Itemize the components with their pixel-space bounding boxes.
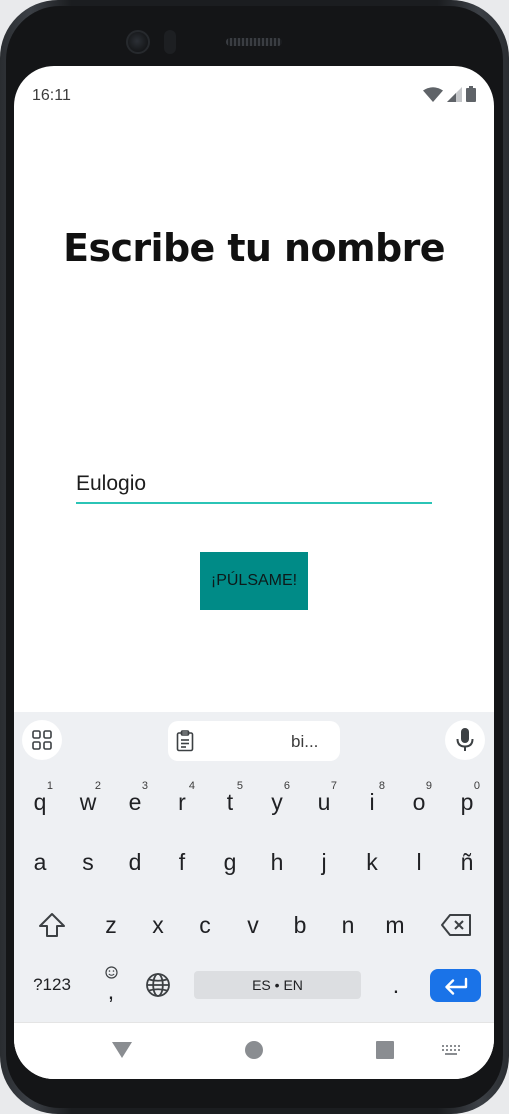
home-button[interactable]	[244, 1040, 264, 1060]
suggestion-text: bi...	[291, 732, 319, 751]
backspace-key[interactable]	[431, 899, 481, 951]
key-b[interactable]: b	[277, 899, 323, 951]
key-a[interactable]: a	[17, 836, 63, 888]
key-r[interactable]: r4	[159, 776, 205, 828]
wifi-icon	[423, 87, 443, 102]
back-icon	[112, 1042, 132, 1058]
keyboard-toolbar: bi...	[14, 712, 494, 768]
key-j[interactable]: j	[301, 836, 347, 888]
key-s[interactable]: s	[65, 836, 111, 888]
key-d[interactable]: d	[112, 836, 158, 888]
page-title: Escribe tu nombre	[63, 226, 445, 270]
key-t[interactable]: t5	[207, 776, 253, 828]
status-icons	[423, 86, 476, 102]
phone-frame: 16:11 Escribe tu nombre ¡PÚLSAME!	[0, 0, 509, 1114]
key-o[interactable]: o9	[396, 776, 442, 828]
key-h[interactable]: h	[254, 836, 300, 888]
key-i[interactable]: i8	[349, 776, 395, 828]
status-time: 16:11	[32, 87, 71, 104]
status-bar: 16:11	[14, 66, 494, 126]
key-p[interactable]: p0	[444, 776, 490, 828]
key-n-tilde[interactable]: ñ	[444, 836, 490, 888]
apps-grid-button[interactable]	[22, 720, 62, 760]
key-f[interactable]: f	[159, 836, 205, 888]
press-me-button[interactable]: ¡PÚLSAME!	[200, 552, 308, 610]
back-button[interactable]	[109, 1039, 135, 1061]
apps-grid-icon	[32, 730, 52, 750]
language-key[interactable]	[135, 959, 181, 1011]
enter-key[interactable]	[430, 969, 481, 1002]
shift-icon	[39, 913, 65, 937]
battery-icon	[466, 86, 476, 102]
front-camera	[126, 30, 150, 54]
key-v[interactable]: v	[230, 899, 276, 951]
clipboard-suggestion[interactable]: bi...	[168, 721, 340, 761]
cellular-signal-icon	[447, 87, 462, 102]
phone-screen: 16:11 Escribe tu nombre ¡PÚLSAME!	[14, 66, 494, 1079]
key-g[interactable]: g	[207, 836, 253, 888]
comma-label: ,	[107, 977, 115, 1004]
key-e[interactable]: e3	[112, 776, 158, 828]
key-m[interactable]: m	[372, 899, 418, 951]
keyboard-switch-icon	[442, 1045, 460, 1055]
recents-button[interactable]	[375, 1040, 395, 1060]
name-input[interactable]	[76, 464, 432, 504]
navigation-bar	[14, 1022, 494, 1079]
voice-input-button[interactable]	[445, 720, 485, 760]
symbols-key[interactable]: ?123	[28, 959, 76, 1011]
key-l[interactable]: l	[396, 836, 442, 888]
key-w[interactable]: w2	[65, 776, 111, 828]
keyboard-switch-button[interactable]	[440, 1043, 464, 1057]
enter-icon	[444, 977, 467, 995]
globe-icon	[146, 973, 170, 997]
home-icon	[245, 1041, 263, 1059]
key-u[interactable]: u7	[301, 776, 347, 828]
shift-key[interactable]	[28, 899, 76, 951]
key-x[interactable]: x	[135, 899, 181, 951]
microphone-icon	[456, 728, 474, 751]
recents-icon	[376, 1041, 394, 1059]
space-key[interactable]: ES • EN	[194, 971, 361, 999]
clipboard-icon	[176, 730, 194, 752]
backspace-icon	[441, 914, 471, 936]
key-y[interactable]: y6	[254, 776, 300, 828]
earpiece-speaker	[226, 38, 282, 46]
period-key[interactable]: .	[373, 959, 419, 1011]
comma-emoji-key[interactable]: ,	[88, 959, 134, 1011]
key-q[interactable]: q1	[17, 776, 63, 828]
key-k[interactable]: k	[349, 836, 395, 888]
proximity-sensor	[164, 30, 176, 54]
key-z[interactable]: z	[88, 899, 134, 951]
on-screen-keyboard: bi... q1 w2 e3 r4 t5 y6 u7 i 8 o 9 p 0 a…	[14, 712, 494, 1022]
key-n[interactable]: n	[325, 899, 371, 951]
key-c[interactable]: c	[182, 899, 228, 951]
